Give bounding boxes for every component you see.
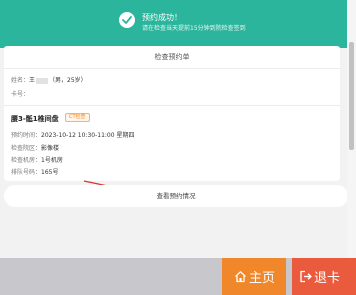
home-icon	[235, 271, 246, 283]
view-appointment-button[interactable]: 查看预约情况	[4, 185, 348, 207]
checkout-label: 退卡	[314, 271, 341, 286]
scrollbar-thumb[interactable]	[349, 42, 354, 150]
arrow-icon	[83, 180, 150, 197]
home-label: 主页	[249, 271, 276, 286]
checkout-button[interactable]: 退卡	[292, 258, 356, 295]
home-button[interactable]: 主页	[222, 258, 286, 295]
screen: 预约成功！ 请在检查当天提前15分钟到院检查签到 检查预约单 姓名：王 （男，25…	[0, 0, 356, 295]
logout-icon	[300, 270, 312, 283]
